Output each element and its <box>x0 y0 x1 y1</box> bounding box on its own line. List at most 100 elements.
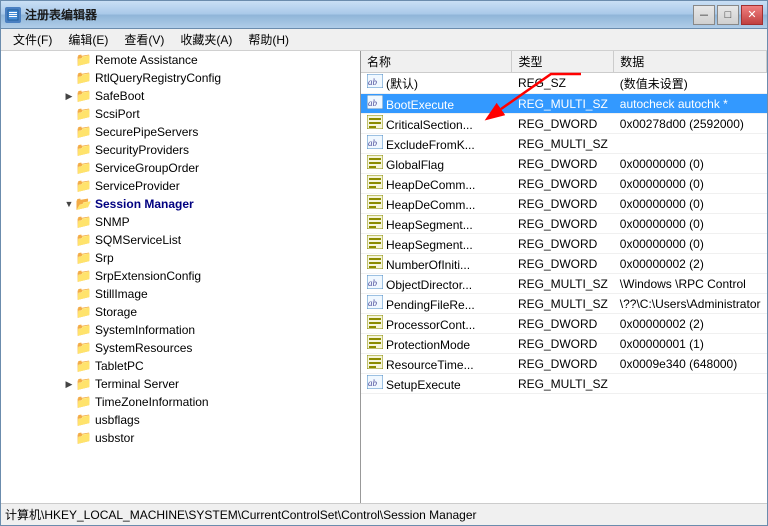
menu-favorites[interactable]: 收藏夹(A) <box>172 29 240 50</box>
no-expand <box>62 323 76 337</box>
cell-data <box>614 374 767 394</box>
table-row[interactable]: ab ExcludeFromK...REG_MULTI_SZ <box>361 134 767 154</box>
cell-data: (数值未设置) <box>614 73 767 94</box>
cell-data: 0x00000002 (2) <box>614 314 767 334</box>
table-row[interactable]: ProtectionModeREG_DWORD0x00000001 (1) <box>361 334 767 354</box>
tree-item[interactable]: 📁Storage <box>1 303 360 321</box>
table-row[interactable]: HeapSegment...REG_DWORD0x00000000 (0) <box>361 234 767 254</box>
cell-data: autocheck autochk * <box>614 94 767 114</box>
tree-item[interactable]: 📁SrpExtensionConfig <box>1 267 360 285</box>
tree-item[interactable]: 📁usbstor <box>1 429 360 447</box>
tree-item[interactable]: 📁SNMP <box>1 213 360 231</box>
no-expand <box>62 179 76 193</box>
tree-item[interactable]: 📁SecurePipeServers <box>1 123 360 141</box>
table-row[interactable]: NumberOfIniti...REG_DWORD0x00000002 (2) <box>361 254 767 274</box>
no-expand <box>62 269 76 283</box>
right-panel[interactable]: 名称 类型 数据 ab (默认)REG_SZ(数值未设置) ab BootExe… <box>361 51 767 503</box>
tree-item[interactable]: 📁StillImage <box>1 285 360 303</box>
tree-item[interactable]: 📁SQMServiceList <box>1 231 360 249</box>
tree-item[interactable]: 📁RtlQueryRegistryConfig <box>1 69 360 87</box>
folder-icon: 📁 <box>76 305 92 319</box>
table-row[interactable]: ResourceTime...REG_DWORD0x0009e340 (6480… <box>361 354 767 374</box>
tree-item-label: usbflags <box>95 413 140 427</box>
maximize-button[interactable]: □ <box>717 5 739 25</box>
folder-icon: 📁 <box>76 71 92 85</box>
table-row[interactable]: HeapDeComm...REG_DWORD0x00000000 (0) <box>361 194 767 214</box>
tree-item[interactable]: ▼📂Session Manager <box>1 195 360 213</box>
tree-item-label: StillImage <box>95 287 148 301</box>
cell-name: HeapSegment... <box>361 214 512 234</box>
table-row[interactable]: ab ObjectDirector...REG_MULTI_SZ\Windows… <box>361 274 767 294</box>
tree-item[interactable]: 📁SecurityProviders <box>1 141 360 159</box>
table-row[interactable]: CriticalSection...REG_DWORD0x00278d00 (2… <box>361 114 767 134</box>
tree-item[interactable]: 📁TabletPC <box>1 357 360 375</box>
tree-item[interactable]: 📁usbflags <box>1 411 360 429</box>
folder-icon: 📁 <box>76 233 92 247</box>
folder-icon: 📁 <box>76 431 92 445</box>
no-expand <box>62 287 76 301</box>
menu-bar: 文件(F) 编辑(E) 查看(V) 收藏夹(A) 帮助(H) <box>1 29 767 51</box>
table-row[interactable]: ProcessorCont...REG_DWORD0x00000002 (2) <box>361 314 767 334</box>
svg-text:ab: ab <box>368 278 378 288</box>
svg-text:ab: ab <box>368 77 378 87</box>
folder-icon: 📁 <box>76 89 92 103</box>
reg-icon <box>367 235 383 249</box>
cell-data: 0x00278d00 (2592000) <box>614 114 767 134</box>
cell-name: CriticalSection... <box>361 114 512 134</box>
no-expand <box>62 233 76 247</box>
expand-icon[interactable]: ▶ <box>62 89 76 103</box>
menu-view[interactable]: 查看(V) <box>116 29 172 50</box>
col-data[interactable]: 数据 <box>614 51 767 73</box>
ab-icon: ab <box>367 375 383 389</box>
tree-item-label: ServiceProvider <box>95 179 180 193</box>
table-row[interactable]: ab (默认)REG_SZ(数值未设置) <box>361 73 767 94</box>
minimize-button[interactable]: － <box>693 5 715 25</box>
table-row[interactable]: ab PendingFileRe...REG_MULTI_SZ\??\C:\Us… <box>361 294 767 314</box>
no-expand <box>62 431 76 445</box>
tree-item[interactable]: 📁TimeZoneInformation <box>1 393 360 411</box>
table-row[interactable]: ab BootExecuteREG_MULTI_SZautocheck auto… <box>361 94 767 114</box>
table-row[interactable]: HeapSegment...REG_DWORD0x00000000 (0) <box>361 214 767 234</box>
tree-panel[interactable]: 📁Remote Assistance📁RtlQueryRegistryConfi… <box>1 51 361 503</box>
tree-item[interactable]: ▶📁Terminal Server <box>1 375 360 393</box>
cell-name: NumberOfIniti... <box>361 254 512 274</box>
col-name[interactable]: 名称 <box>361 51 512 73</box>
menu-help[interactable]: 帮助(H) <box>240 29 297 50</box>
tree-item[interactable]: 📁ServiceProvider <box>1 177 360 195</box>
table-row[interactable]: HeapDeComm...REG_DWORD0x00000000 (0) <box>361 174 767 194</box>
cell-type: REG_DWORD <box>512 214 614 234</box>
expand-icon[interactable]: ▶ <box>62 377 76 391</box>
cell-name: ab ObjectDirector... <box>361 274 512 294</box>
window-controls: － □ ✕ <box>693 5 763 25</box>
no-expand <box>62 305 76 319</box>
menu-edit[interactable]: 编辑(E) <box>60 29 116 50</box>
cell-data: 0x00000000 (0) <box>614 214 767 234</box>
col-type[interactable]: 类型 <box>512 51 614 73</box>
ab-icon: ab <box>367 95 383 109</box>
cell-data: 0x00000000 (0) <box>614 154 767 174</box>
cell-type: REG_DWORD <box>512 174 614 194</box>
close-button[interactable]: ✕ <box>741 5 763 25</box>
folder-icon: 📁 <box>76 143 92 157</box>
no-expand <box>62 107 76 121</box>
status-text: 计算机\HKEY_LOCAL_MACHINE\SYSTEM\CurrentCon… <box>5 506 477 523</box>
tree-item[interactable]: 📁SystemResources <box>1 339 360 357</box>
no-expand <box>62 251 76 265</box>
cell-type: REG_DWORD <box>512 354 614 374</box>
tree-item[interactable]: 📁Srp <box>1 249 360 267</box>
tree-item[interactable]: 📁ScsiPort <box>1 105 360 123</box>
tree-item-label: ServiceGroupOrder <box>95 161 199 175</box>
table-row[interactable]: GlobalFlagREG_DWORD0x00000000 (0) <box>361 154 767 174</box>
tree-item[interactable]: 📁SystemInformation <box>1 321 360 339</box>
menu-file[interactable]: 文件(F) <box>5 29 60 50</box>
cell-name: HeapDeComm... <box>361 194 512 214</box>
cell-name: ProtectionMode <box>361 334 512 354</box>
tree-item[interactable]: 📁ServiceGroupOrder <box>1 159 360 177</box>
tree-item[interactable]: ▶📁SafeBoot <box>1 87 360 105</box>
expand-icon[interactable]: ▼ <box>62 197 76 211</box>
folder-icon: 📂 <box>76 197 92 211</box>
cell-name: ResourceTime... <box>361 354 512 374</box>
no-expand <box>62 215 76 229</box>
tree-item[interactable]: 📁Remote Assistance <box>1 51 360 69</box>
table-row[interactable]: ab SetupExecuteREG_MULTI_SZ <box>361 374 767 394</box>
